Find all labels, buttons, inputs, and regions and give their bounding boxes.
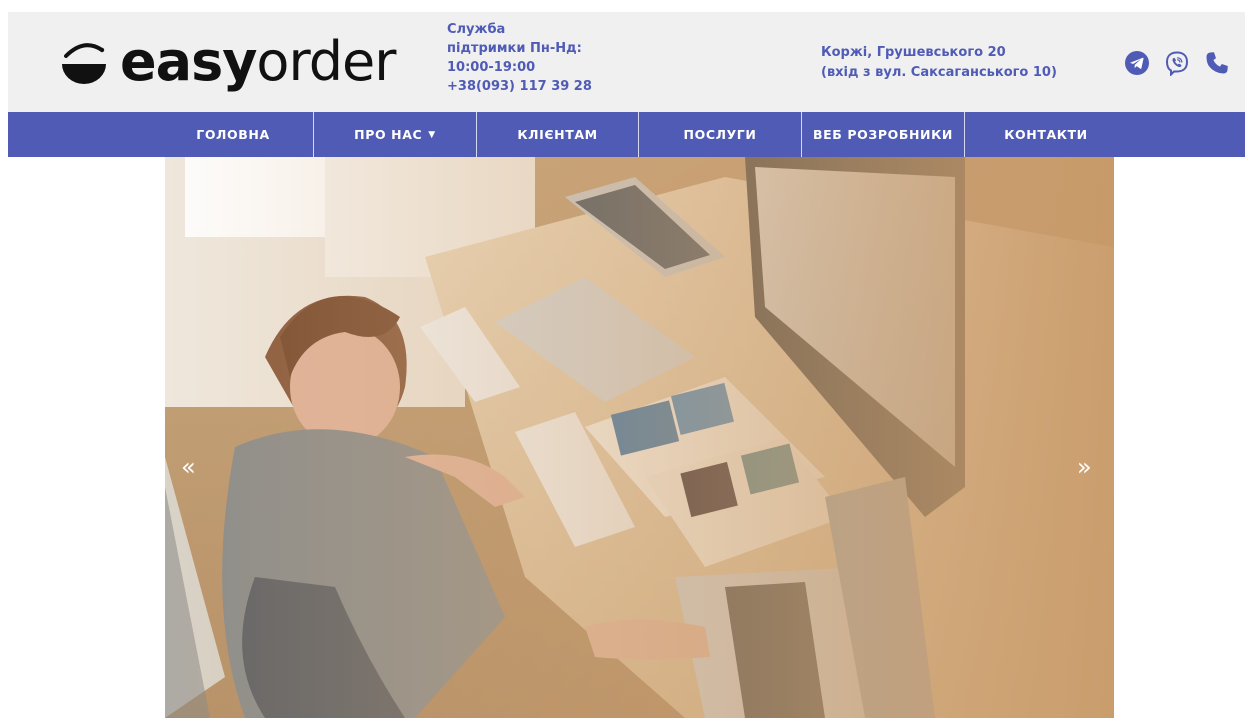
nav-item-about-label: ПРО НАС [354,127,423,142]
nav-item-clients-label: КЛІЄНТАМ [517,127,598,142]
address-info: Коржі, Грушевського 20 (вхід з вул. Сакс… [821,43,1057,83]
telegram-icon[interactable] [1124,50,1150,76]
nav-item-services-label: ПОСЛУГИ [683,127,757,142]
logo-text-light: order [256,30,396,93]
address-street: Коржі, Грушевського 20 [821,45,1006,60]
logo-icon [62,43,106,84]
nav-item-about[interactable]: ПРО НАС ▼ [314,112,476,157]
nav-item-contacts-label: КОНТАКТИ [1004,127,1088,142]
main-navigation: ГОЛОВНА ПРО НАС ▼ КЛІЄНТАМ ПОСЛУГИ ВЕБ Р… [8,112,1245,157]
caret-down-icon: ▼ [428,129,436,140]
social-links [1124,50,1230,76]
support-info: Служба підтримки Пн-Нд: 10:00-19:00 +38(… [447,20,622,96]
nav-item-services[interactable]: ПОСЛУГИ [639,112,801,157]
slider-next-button[interactable]: » [1077,455,1092,479]
hero-image [165,157,1114,718]
viber-icon[interactable] [1164,50,1190,76]
nav-item-web-developers-label: ВЕБ РОЗРОБНИКИ [813,127,953,142]
nav-item-home[interactable]: ГОЛОВНА [153,112,313,157]
support-days: підтримки Пн-Нд: [447,41,582,56]
phone-icon[interactable] [1204,50,1230,76]
support-phone[interactable]: +38(093) 117 39 28 [447,77,622,96]
address-entrance: (вхід з вул. Саксаганського 10) [821,65,1057,80]
slider-prev-button[interactable]: « [181,455,196,479]
support-hours: 10:00-19:00 [447,60,536,75]
nav-item-web-developers[interactable]: ВЕБ РОЗРОБНИКИ [802,112,964,157]
logo-wordmark: easyorder [120,35,396,89]
site-logo[interactable]: easyorder [56,30,396,94]
logo-text-bold: easy [120,30,257,93]
support-title: Служба [447,22,506,37]
nav-item-contacts[interactable]: КОНТАКТИ [965,112,1127,157]
hero-slider [165,157,1114,718]
site-header: easyorder Служба підтримки Пн-Нд: 10:00-… [8,12,1245,112]
nav-item-clients[interactable]: КЛІЄНТАМ [477,112,638,157]
nav-item-home-label: ГОЛОВНА [196,127,270,142]
